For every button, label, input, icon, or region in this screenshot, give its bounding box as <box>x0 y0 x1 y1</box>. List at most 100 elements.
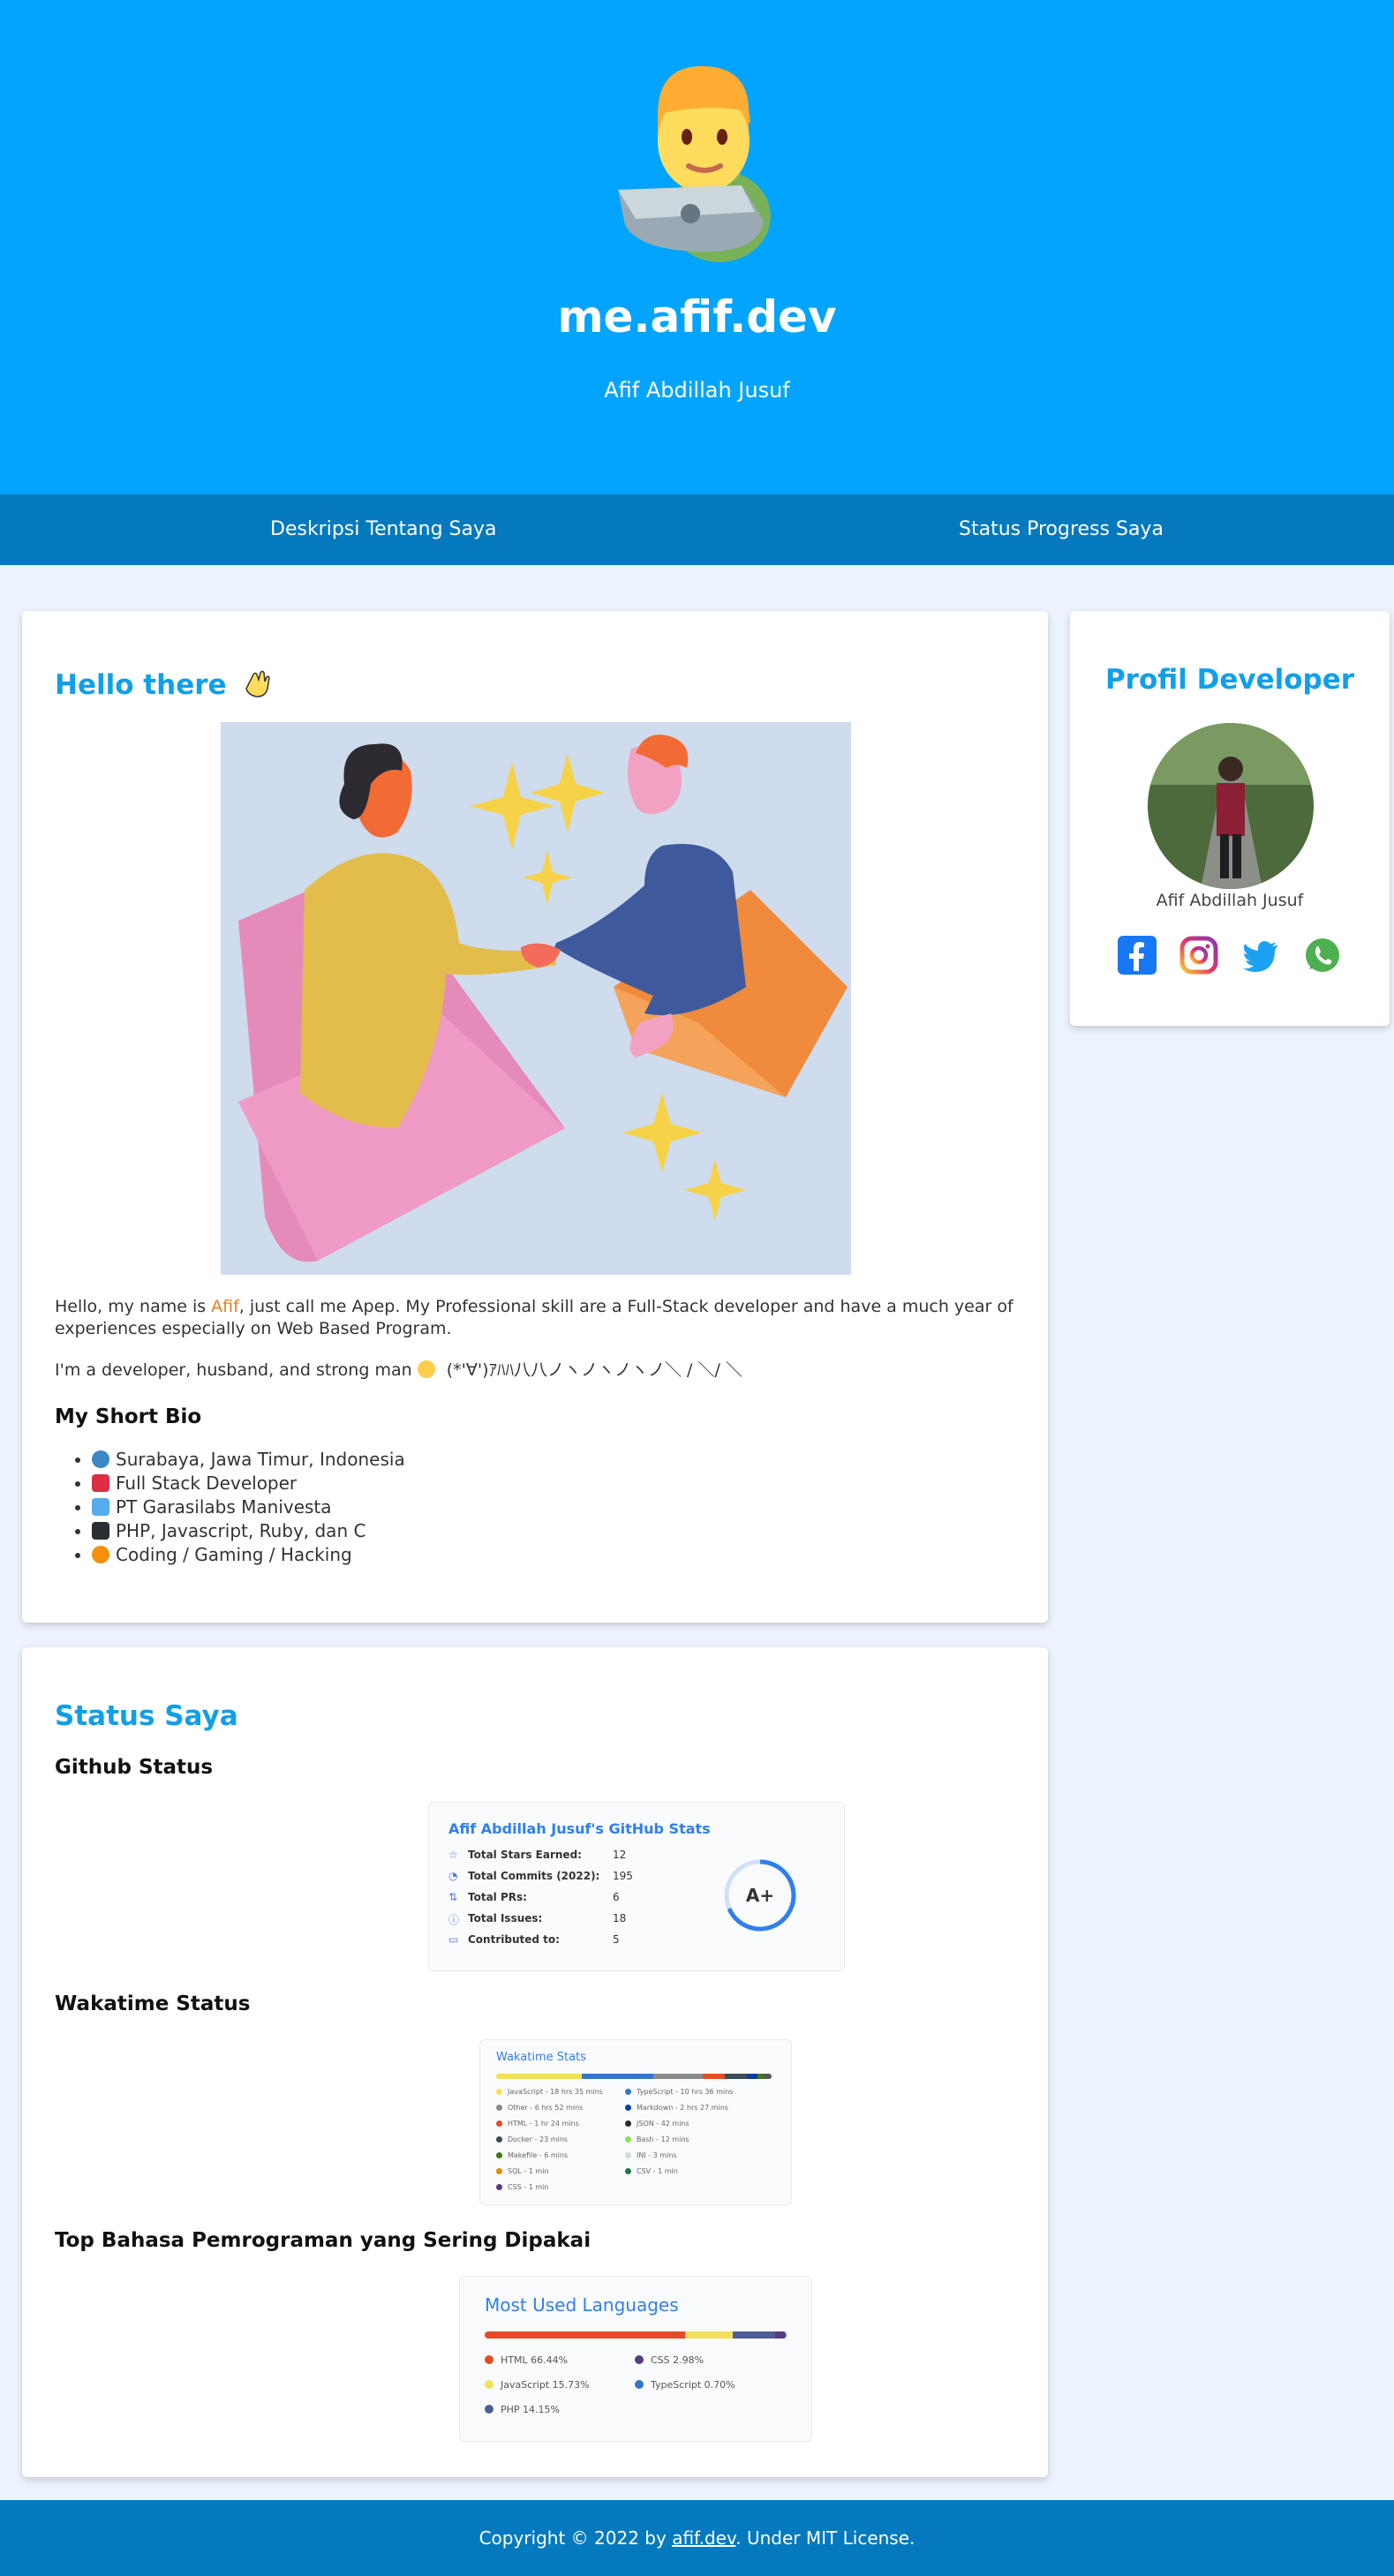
whatsapp-icon[interactable] <box>1303 936 1342 975</box>
wakatime-legend-label: CSV - 1 min <box>637 2167 678 2175</box>
legend-dot <box>496 2105 502 2111</box>
legend-dot <box>496 2136 502 2143</box>
wakatime-card-title: Wakatime Stats <box>496 2051 586 2064</box>
nav-item-status[interactable]: Status Progress Saya <box>959 494 1164 565</box>
language-legend-label: TypeScript 0.70% <box>651 2379 735 2391</box>
handshake-illustration <box>221 722 851 1275</box>
nav-item-deskripsi[interactable]: Deskripsi Tentang Saya <box>270 494 497 565</box>
intro-paragraph: Hello, my name is Afif, just call me Ape… <box>55 1296 1017 1340</box>
languages-bar <box>485 2331 787 2339</box>
bio-item-text: PT Garasilabs Manivesta <box>116 1496 332 1518</box>
wakatime-legend-label: JSON - 42 mins <box>637 2120 689 2128</box>
wakatime-legend-item: Other - 6 hrs 52 mins <box>496 2104 629 2120</box>
bio-item-text: PHP, Javascript, Ruby, dan C <box>116 1520 366 1541</box>
languages-card: Most Used Languages HTML 66.44% JavaScrip… <box>459 2276 812 2442</box>
footer-text: Copyright © 2022 by <box>478 2527 673 2549</box>
github-row-label: Contributed to: <box>468 1933 560 1946</box>
twitter-icon[interactable] <box>1241 936 1280 975</box>
bio-title: My Short Bio <box>55 1405 202 1428</box>
site-subtitle: Afif Abdillah Jusuf <box>604 378 790 403</box>
bio-item-text: Full Stack Developer <box>116 1473 298 1494</box>
github-row: ▭ Contributed to: 5 <box>448 1933 713 1955</box>
github-stats-card: Afif Abdillah Jusuf's GitHub Stats ☆ Tota… <box>428 1802 845 1971</box>
legend-dot <box>496 2184 502 2190</box>
language-legend-label: CSS 2.98% <box>651 2354 705 2366</box>
wakatime-legend-label: CSS - 1 min <box>508 2183 549 2191</box>
wakatime-bar-segment <box>724 2074 747 2079</box>
wakatime-legend-item: Markdown - 2 hrs 27 mins <box>625 2104 775 2120</box>
palette-icon <box>92 1546 109 1563</box>
instagram-icon[interactable] <box>1179 936 1218 975</box>
wakatime-legend-item: Makefile - 6 mins <box>496 2151 629 2167</box>
wakatime-legend-item: CSV - 1 min <box>625 2167 775 2183</box>
github-row: ⓘ Total Issues: 18 <box>448 1912 713 1933</box>
wakatime-bar-segment <box>496 2074 582 2079</box>
legend-dot <box>625 2136 631 2143</box>
github-row-label: Total Commits (2022): <box>468 1870 600 1882</box>
footer-link[interactable]: afif.dev <box>672 2527 735 2549</box>
legend-dot <box>635 2355 644 2364</box>
language-legend-item: TypeScript 0.70% <box>635 2379 785 2404</box>
languages-bar-segment <box>485 2331 686 2339</box>
grinning-face-icon <box>417 1360 435 1378</box>
facebook-icon[interactable] <box>1118 936 1157 975</box>
languages-bar-segment <box>685 2331 733 2339</box>
wakatime-legend-label: Other - 6 hrs 52 mins <box>508 2104 584 2112</box>
wakatime-left-list: JavaScript - 18 hrs 35 mins Other - 6 hrs… <box>496 2088 629 2199</box>
history-icon: ◔ <box>448 1870 458 1882</box>
github-row: ◔ Total Commits (2022): 195 <box>448 1870 713 1891</box>
language-legend-item: HTML 66.44% <box>485 2354 635 2379</box>
legend-dot <box>625 2168 631 2174</box>
languages-bar-segment <box>784 2331 787 2339</box>
legend-dot <box>496 2152 502 2158</box>
wakatime-bar-segment <box>652 2074 703 2079</box>
wakatime-legend-label: Docker - 23 mins <box>508 2135 568 2143</box>
building-icon <box>92 1498 109 1516</box>
issue-icon: ⓘ <box>448 1914 460 1926</box>
list-item: PT Garasilabs Manivesta <box>92 1495 405 1519</box>
list-item: Coding / Gaming / Hacking <box>92 1543 405 1567</box>
wakatime-bar-segment <box>763 2074 772 2079</box>
github-row-label: Total Issues: <box>468 1912 543 1924</box>
wakatime-legend-item: SQL - 1 min <box>496 2167 629 2183</box>
wakatime-bar <box>496 2074 772 2079</box>
profile-title: Profil Developer <box>1104 664 1355 696</box>
wakatime-legend-item: HTML - 1 hr 24 mins <box>496 2120 629 2135</box>
site-header: me.afif.dev Afif Abdillah Jusuf <box>0 0 1394 494</box>
wakatime-right-list: TypeScript - 10 hrs 36 mins Markdown - 2 … <box>625 2088 775 2183</box>
tagline-text: I'm a developer, husband, and strong man <box>55 1360 412 1380</box>
wakatime-legend-item: JSON - 42 mins <box>625 2120 775 2135</box>
wakatime-card: Wakatime Stats JavaScript - 18 hrs 35 mi… <box>479 2039 792 2205</box>
github-row-value: 6 <box>613 1891 620 1903</box>
github-row: ☆ Total Stars Earned: 12 <box>448 1849 713 1870</box>
wakatime-bar-segment <box>581 2074 653 2079</box>
bio-item-text: Surabaya, Jawa Timur, Indonesia <box>116 1449 405 1470</box>
list-item: PHP, Javascript, Ruby, dan C <box>92 1519 405 1543</box>
laptop-icon <box>92 1522 109 1540</box>
about-card: Hello there Hello, my name is Afif, just… <box>22 611 1048 1623</box>
github-row-value: 18 <box>613 1912 627 1924</box>
language-legend-item: PHP 14.15% <box>485 2404 635 2429</box>
repo-icon: ▭ <box>448 1933 459 1946</box>
language-legend-item: JavaScript 15.73% <box>485 2379 635 2404</box>
github-row-label: Total PRs: <box>468 1891 527 1903</box>
top-nav: Deskripsi Tentang Saya Status Progress S… <box>0 494 1394 565</box>
wakatime-legend-item: JavaScript - 18 hrs 35 mins <box>496 2088 629 2104</box>
github-row-value: 195 <box>613 1870 633 1882</box>
legend-dot <box>485 2405 494 2414</box>
pull-request-icon: ⇅ <box>448 1891 458 1903</box>
wakatime-legend-item: CSS - 1 min <box>496 2183 629 2199</box>
office-building-icon <box>92 1474 109 1492</box>
language-legend-label: PHP 14.15% <box>501 2404 560 2415</box>
legend-dot <box>496 2168 502 2174</box>
legend-dot <box>485 2355 494 2364</box>
github-rows: ☆ Total Stars Earned: 12 ◔ Total Commits (2… <box>448 1849 713 1955</box>
legend-dot <box>625 2089 631 2095</box>
wakatime-status-title: Wakatime Status <box>55 1992 251 2015</box>
legend-dot <box>625 2105 631 2111</box>
tagline: I'm a developer, husband, and strong man… <box>55 1360 1026 1382</box>
wakatime-legend-label: SQL - 1 min <box>508 2167 549 2175</box>
github-row: ⇅ Total PRs: 6 <box>448 1891 713 1912</box>
footer-text-end: . Under MIT License. <box>735 2527 916 2549</box>
wakatime-legend-item: Docker - 23 mins <box>496 2135 629 2151</box>
